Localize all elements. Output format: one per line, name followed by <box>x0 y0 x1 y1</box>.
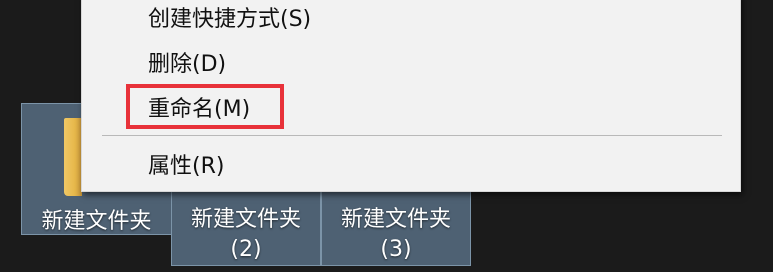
desktop-folder-label-2-line2: (2) <box>230 237 262 262</box>
rename-highlight-box <box>126 84 284 129</box>
menu-item-properties[interactable]: 属性(R) <box>148 152 224 182</box>
desktop-folder-label-2-line1: 新建文件夹 <box>190 207 301 232</box>
desktop: 新建文件夹 新建文件夹 (2) 新建文件夹 (3) 创建快捷方式(S) 删除(D… <box>0 0 773 272</box>
menu-separator <box>102 135 722 136</box>
desktop-folder-label-3: 新建文件夹 (3) <box>322 205 470 265</box>
desktop-folder-label-3-line1: 新建文件夹 <box>340 207 451 232</box>
desktop-folder-item-3[interactable]: 新建文件夹 (3) <box>321 180 471 266</box>
menu-item-delete[interactable]: 删除(D) <box>148 50 226 80</box>
folder-icon <box>64 118 82 196</box>
desktop-folder-label-2: 新建文件夹 (2) <box>172 205 320 265</box>
desktop-folder-label-3-line2: (3) <box>380 237 412 262</box>
desktop-folder-item-2[interactable]: 新建文件夹 (2) <box>171 180 321 266</box>
menu-item-create-shortcut[interactable]: 创建快捷方式(S) <box>148 5 311 35</box>
desktop-folder-label: 新建文件夹 <box>41 209 152 234</box>
